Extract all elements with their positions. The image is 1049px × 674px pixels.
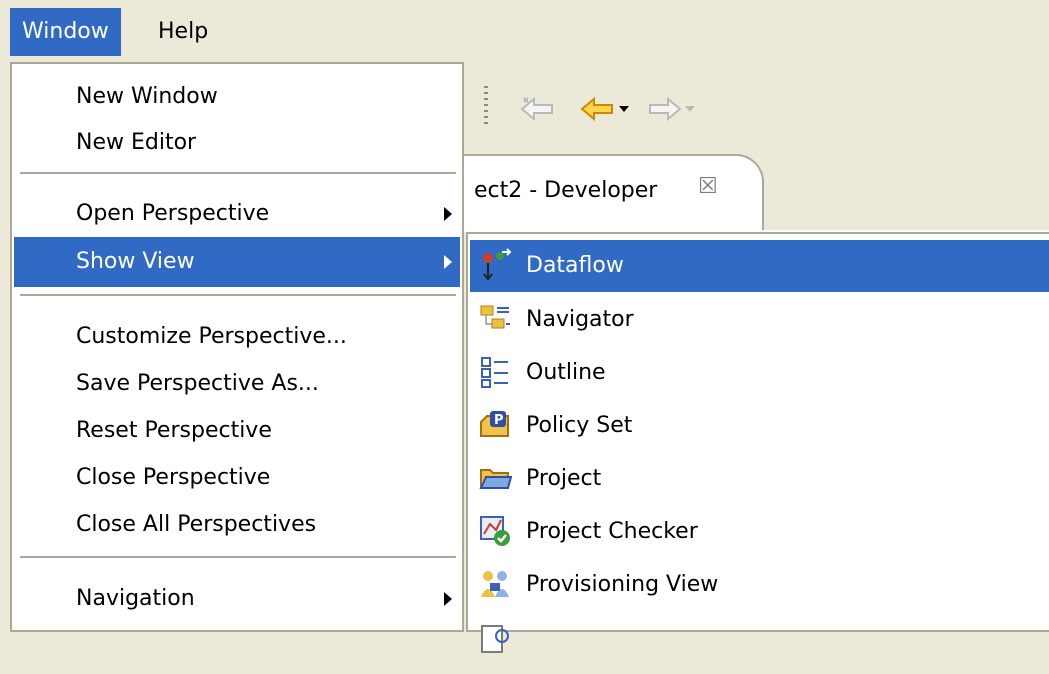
back-icon-disabled [518, 94, 558, 124]
menu-bar: Window Help [0, 0, 1049, 62]
menu-item-save-perspective-as[interactable]: Save Perspective As... [14, 359, 460, 409]
submenu-item-partial[interactable] [470, 612, 1049, 664]
navigator-icon [478, 302, 512, 336]
submenu-item-label: Provisioning View [526, 572, 719, 597]
menu-item-close-perspective[interactable]: Close Perspective [14, 453, 460, 503]
submenu-item-outline[interactable]: Outline [470, 347, 1049, 399]
submenu-item-project[interactable]: Project [470, 453, 1049, 505]
menu-separator [20, 294, 456, 296]
menu-item-label: Close All Perspectives [76, 512, 317, 537]
menu-item-customize-perspective[interactable]: Customize Perspective... [14, 312, 460, 362]
toolbar-grip[interactable] [484, 86, 488, 128]
window-menu: New Window New Editor Open Perspective S… [10, 62, 464, 632]
menu-item-show-view[interactable]: Show View [14, 237, 460, 287]
submenu-item-policy-set[interactable]: P Policy Set [470, 400, 1049, 452]
submenu-item-dataflow[interactable]: Dataflow [470, 240, 1049, 292]
outline-icon [478, 355, 512, 389]
menu-separator [20, 556, 456, 558]
submenu-item-label: Outline [526, 360, 606, 385]
back-icon[interactable] [578, 94, 618, 124]
submenu-item-project-checker[interactable]: Project Checker [470, 506, 1049, 558]
submenu-arrow-icon [444, 255, 452, 269]
menu-item-label: New Editor [76, 130, 197, 155]
menu-item-close-all-perspectives[interactable]: Close All Perspectives [14, 500, 460, 550]
submenu-arrow-icon [444, 207, 452, 221]
menu-item-label: Show View [76, 249, 195, 274]
toolbar [470, 64, 1049, 150]
menu-item-label: Open Perspective [76, 201, 270, 226]
menu-item-new-window[interactable]: New Window [14, 72, 460, 122]
editor-tab[interactable]: ect2 - Developer ☒ [460, 154, 764, 232]
svg-text:P: P [494, 413, 504, 428]
submenu-arrow-icon [444, 592, 452, 606]
menu-item-label: Save Perspective As... [76, 371, 319, 396]
editor-tab-strip: ect2 - Developer ☒ [460, 150, 1049, 232]
search-results-icon [478, 620, 512, 654]
back-dropdown-arrow-icon[interactable] [614, 94, 634, 124]
provisioning-view-icon [478, 567, 512, 601]
submenu-item-label: Project [526, 466, 602, 491]
dataflow-icon [478, 248, 512, 282]
menu-item-label: Reset Perspective [76, 418, 272, 443]
menu-item-reset-perspective[interactable]: Reset Perspective [14, 406, 460, 456]
menu-separator [20, 172, 456, 174]
menu-item-label: Navigation [76, 586, 195, 611]
policy-set-icon: P [478, 408, 512, 442]
project-folder-icon [478, 461, 513, 495]
menu-item-new-editor[interactable]: New Editor [14, 118, 460, 168]
forward-icon [644, 94, 684, 124]
project-checker-icon [478, 514, 512, 548]
menu-item-navigation[interactable]: Navigation [14, 574, 460, 624]
menu-help[interactable]: Help [146, 8, 220, 56]
menu-item-open-perspective[interactable]: Open Perspective [14, 189, 460, 239]
menu-item-label: New Window [76, 84, 218, 109]
submenu-item-navigator[interactable]: Navigator [470, 294, 1049, 346]
submenu-item-label: Dataflow [526, 253, 624, 278]
menu-item-label: Customize Perspective... [76, 324, 347, 349]
submenu-item-provisioning-view[interactable]: Provisioning View [470, 559, 1049, 611]
forward-dropdown-arrow-icon [680, 94, 700, 124]
close-icon[interactable]: ☒ [698, 174, 718, 199]
submenu-item-label: Navigator [526, 307, 634, 332]
editor-tab-label: ect2 - Developer [474, 178, 658, 203]
menu-window[interactable]: Window [10, 8, 121, 56]
submenu-item-label: Project Checker [526, 519, 698, 544]
show-view-submenu: Dataflow Navigator Outline P Policy Set … [466, 232, 1049, 653]
menu-item-label: Close Perspective [76, 465, 271, 490]
submenu-item-label: Policy Set [526, 413, 633, 438]
